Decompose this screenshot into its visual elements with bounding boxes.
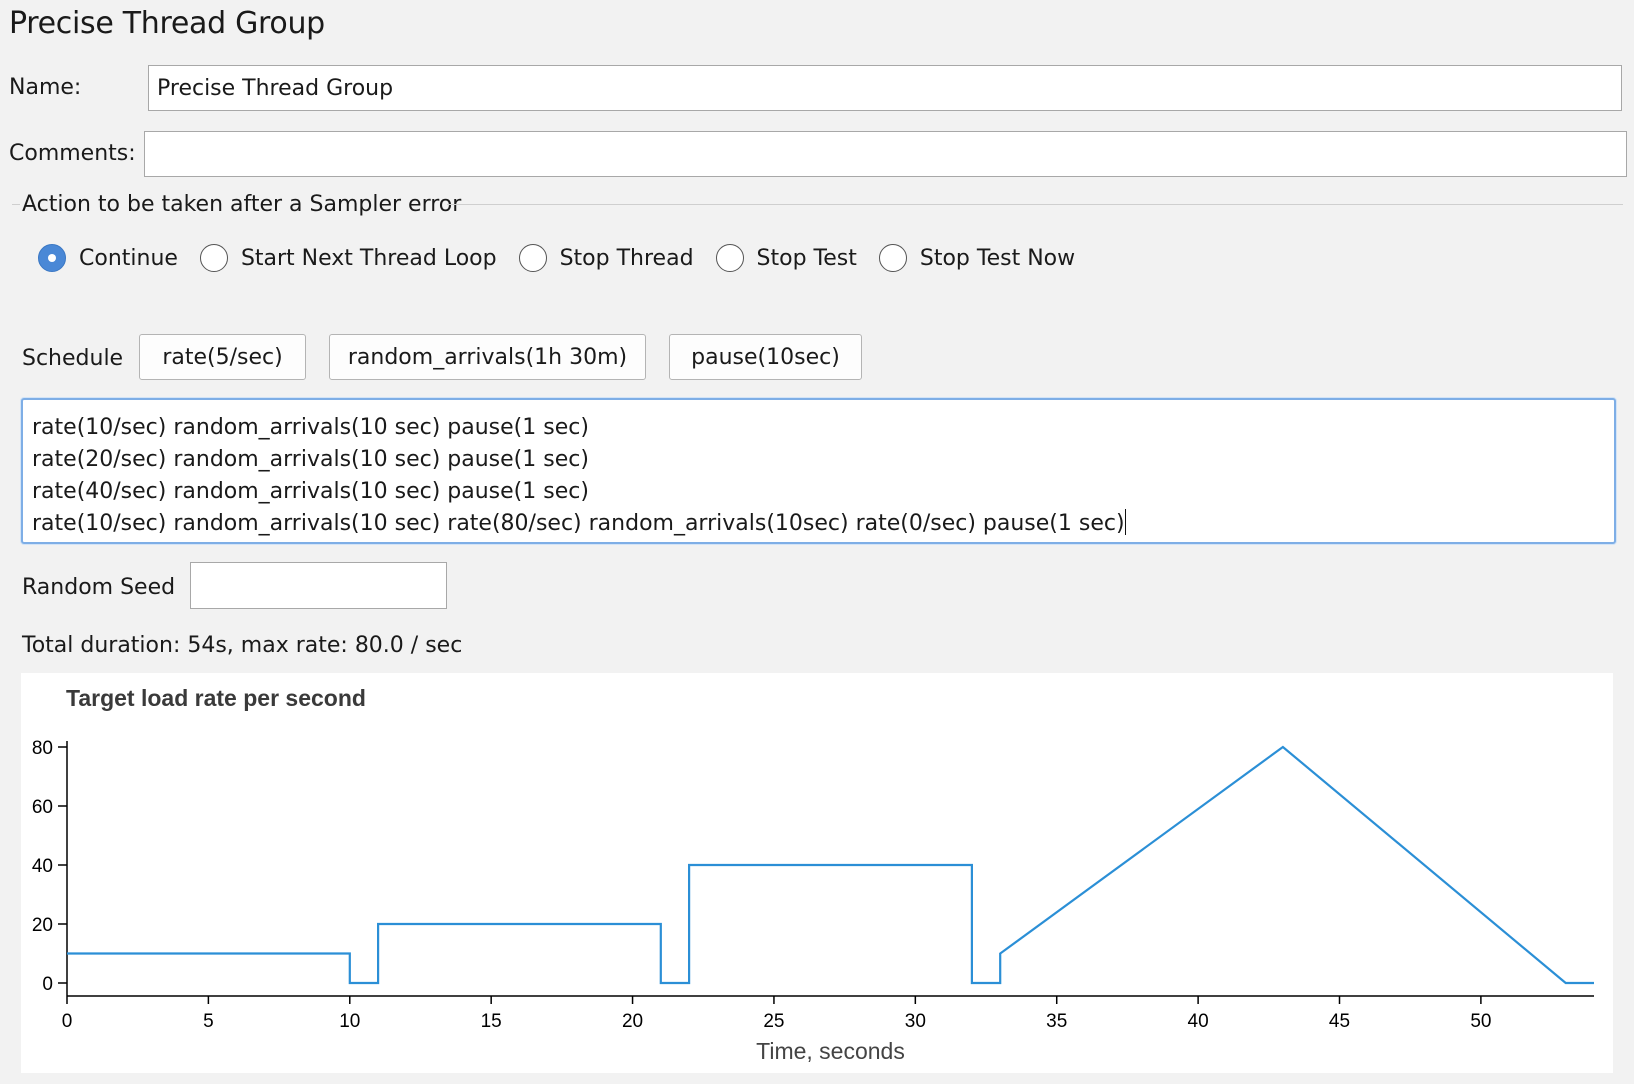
- schedule-textarea[interactable]: rate(10/sec) random_arrivals(10 sec) pau…: [21, 398, 1616, 544]
- schedule-label: Schedule: [22, 346, 124, 371]
- x-tick-label: 15: [481, 1011, 502, 1032]
- radio-label: Stop Thread: [559, 245, 694, 271]
- radio-unselected-icon[interactable]: [518, 244, 547, 272]
- y-tick-label: 40: [32, 856, 53, 877]
- x-tick-label: 25: [763, 1011, 784, 1032]
- name-label: Name:: [9, 75, 82, 100]
- radio-start-next-thread-loop[interactable]: Start Next Thread Loop: [199, 244, 497, 272]
- random-seed-label: Random Seed: [22, 575, 176, 600]
- x-axis-title: Time, seconds: [756, 1038, 905, 1064]
- x-tick-label: 5: [203, 1011, 214, 1032]
- insert-random-arrivals-button[interactable]: random_arrivals(1h 30m): [329, 334, 646, 380]
- x-tick-label: 50: [1470, 1011, 1491, 1032]
- group-border: [447, 204, 1623, 205]
- schedule-line-last: rate(10/sec) random_arrivals(10 sec) rat…: [32, 508, 1605, 540]
- comments-input[interactable]: [144, 131, 1627, 177]
- radio-label: Continue: [79, 245, 178, 271]
- x-tick-label: 35: [1046, 1011, 1067, 1032]
- x-tick-label: 30: [905, 1011, 926, 1032]
- text-caret: [1124, 509, 1127, 535]
- name-input[interactable]: [148, 65, 1622, 111]
- group-border-left: [12, 204, 20, 205]
- radio-unselected-icon[interactable]: [715, 244, 744, 272]
- chart-panel: Target load rate per second 0 20 40 60 80 0 5 1…: [21, 673, 1613, 1073]
- insert-pause-button[interactable]: pause(10sec): [669, 334, 862, 380]
- radio-selected-icon[interactable]: [38, 244, 66, 272]
- radio-unselected-icon[interactable]: [878, 244, 907, 272]
- radio-label: Stop Test Now: [919, 245, 1076, 271]
- x-tick-label: 0: [62, 1011, 73, 1032]
- insert-rate-button[interactable]: rate(5/sec): [139, 334, 306, 380]
- schedule-line: rate(20/sec) random_arrivals(10 sec) pau…: [32, 447, 589, 472]
- series-line: [67, 745, 1594, 985]
- x-tick-label: 40: [1188, 1011, 1209, 1032]
- load-rate-chart: 0 20 40 60 80 0 5 10 15 20 25 30 35 40 45 50 Time, secon…: [32, 738, 1594, 1064]
- y-tick-label: 80: [32, 738, 53, 759]
- schedule-line: rate(10/sec) random_arrivals(10 sec) pau…: [32, 415, 589, 440]
- radio-unselected-icon[interactable]: [199, 244, 228, 272]
- error-action-legend: Action to be taken after a Sampler error: [22, 192, 462, 217]
- radio-stop-thread[interactable]: Stop Thread: [518, 244, 694, 272]
- random-seed-input[interactable]: [190, 562, 447, 609]
- x-tick-label: 20: [622, 1011, 643, 1032]
- radio-stop-test[interactable]: Stop Test: [715, 244, 857, 272]
- radio-stop-test-now[interactable]: Stop Test Now: [878, 244, 1076, 272]
- x-tick-label: 10: [339, 1011, 360, 1032]
- schedule-line: rate(40/sec) random_arrivals(10 sec) pau…: [32, 479, 589, 504]
- error-action-radio-group: Continue Start Next Thread Loop Stop Thr…: [38, 244, 1097, 272]
- comments-label: Comments:: [9, 141, 136, 166]
- radio-label: Start Next Thread Loop: [240, 245, 497, 271]
- y-tick-label: 60: [32, 797, 53, 818]
- y-tick-label: 20: [32, 915, 53, 936]
- page-title: Precise Thread Group: [9, 6, 325, 41]
- summary-text: Total duration: 54s, max rate: 80.0 / se…: [22, 633, 463, 658]
- x-tick-label: 45: [1329, 1011, 1350, 1032]
- radio-label: Stop Test: [756, 245, 857, 271]
- radio-continue[interactable]: Continue: [38, 244, 178, 272]
- y-tick-label: 0: [42, 974, 53, 995]
- schedule-line-text: rate(10/sec) random_arrivals(10 sec) rat…: [32, 511, 1125, 536]
